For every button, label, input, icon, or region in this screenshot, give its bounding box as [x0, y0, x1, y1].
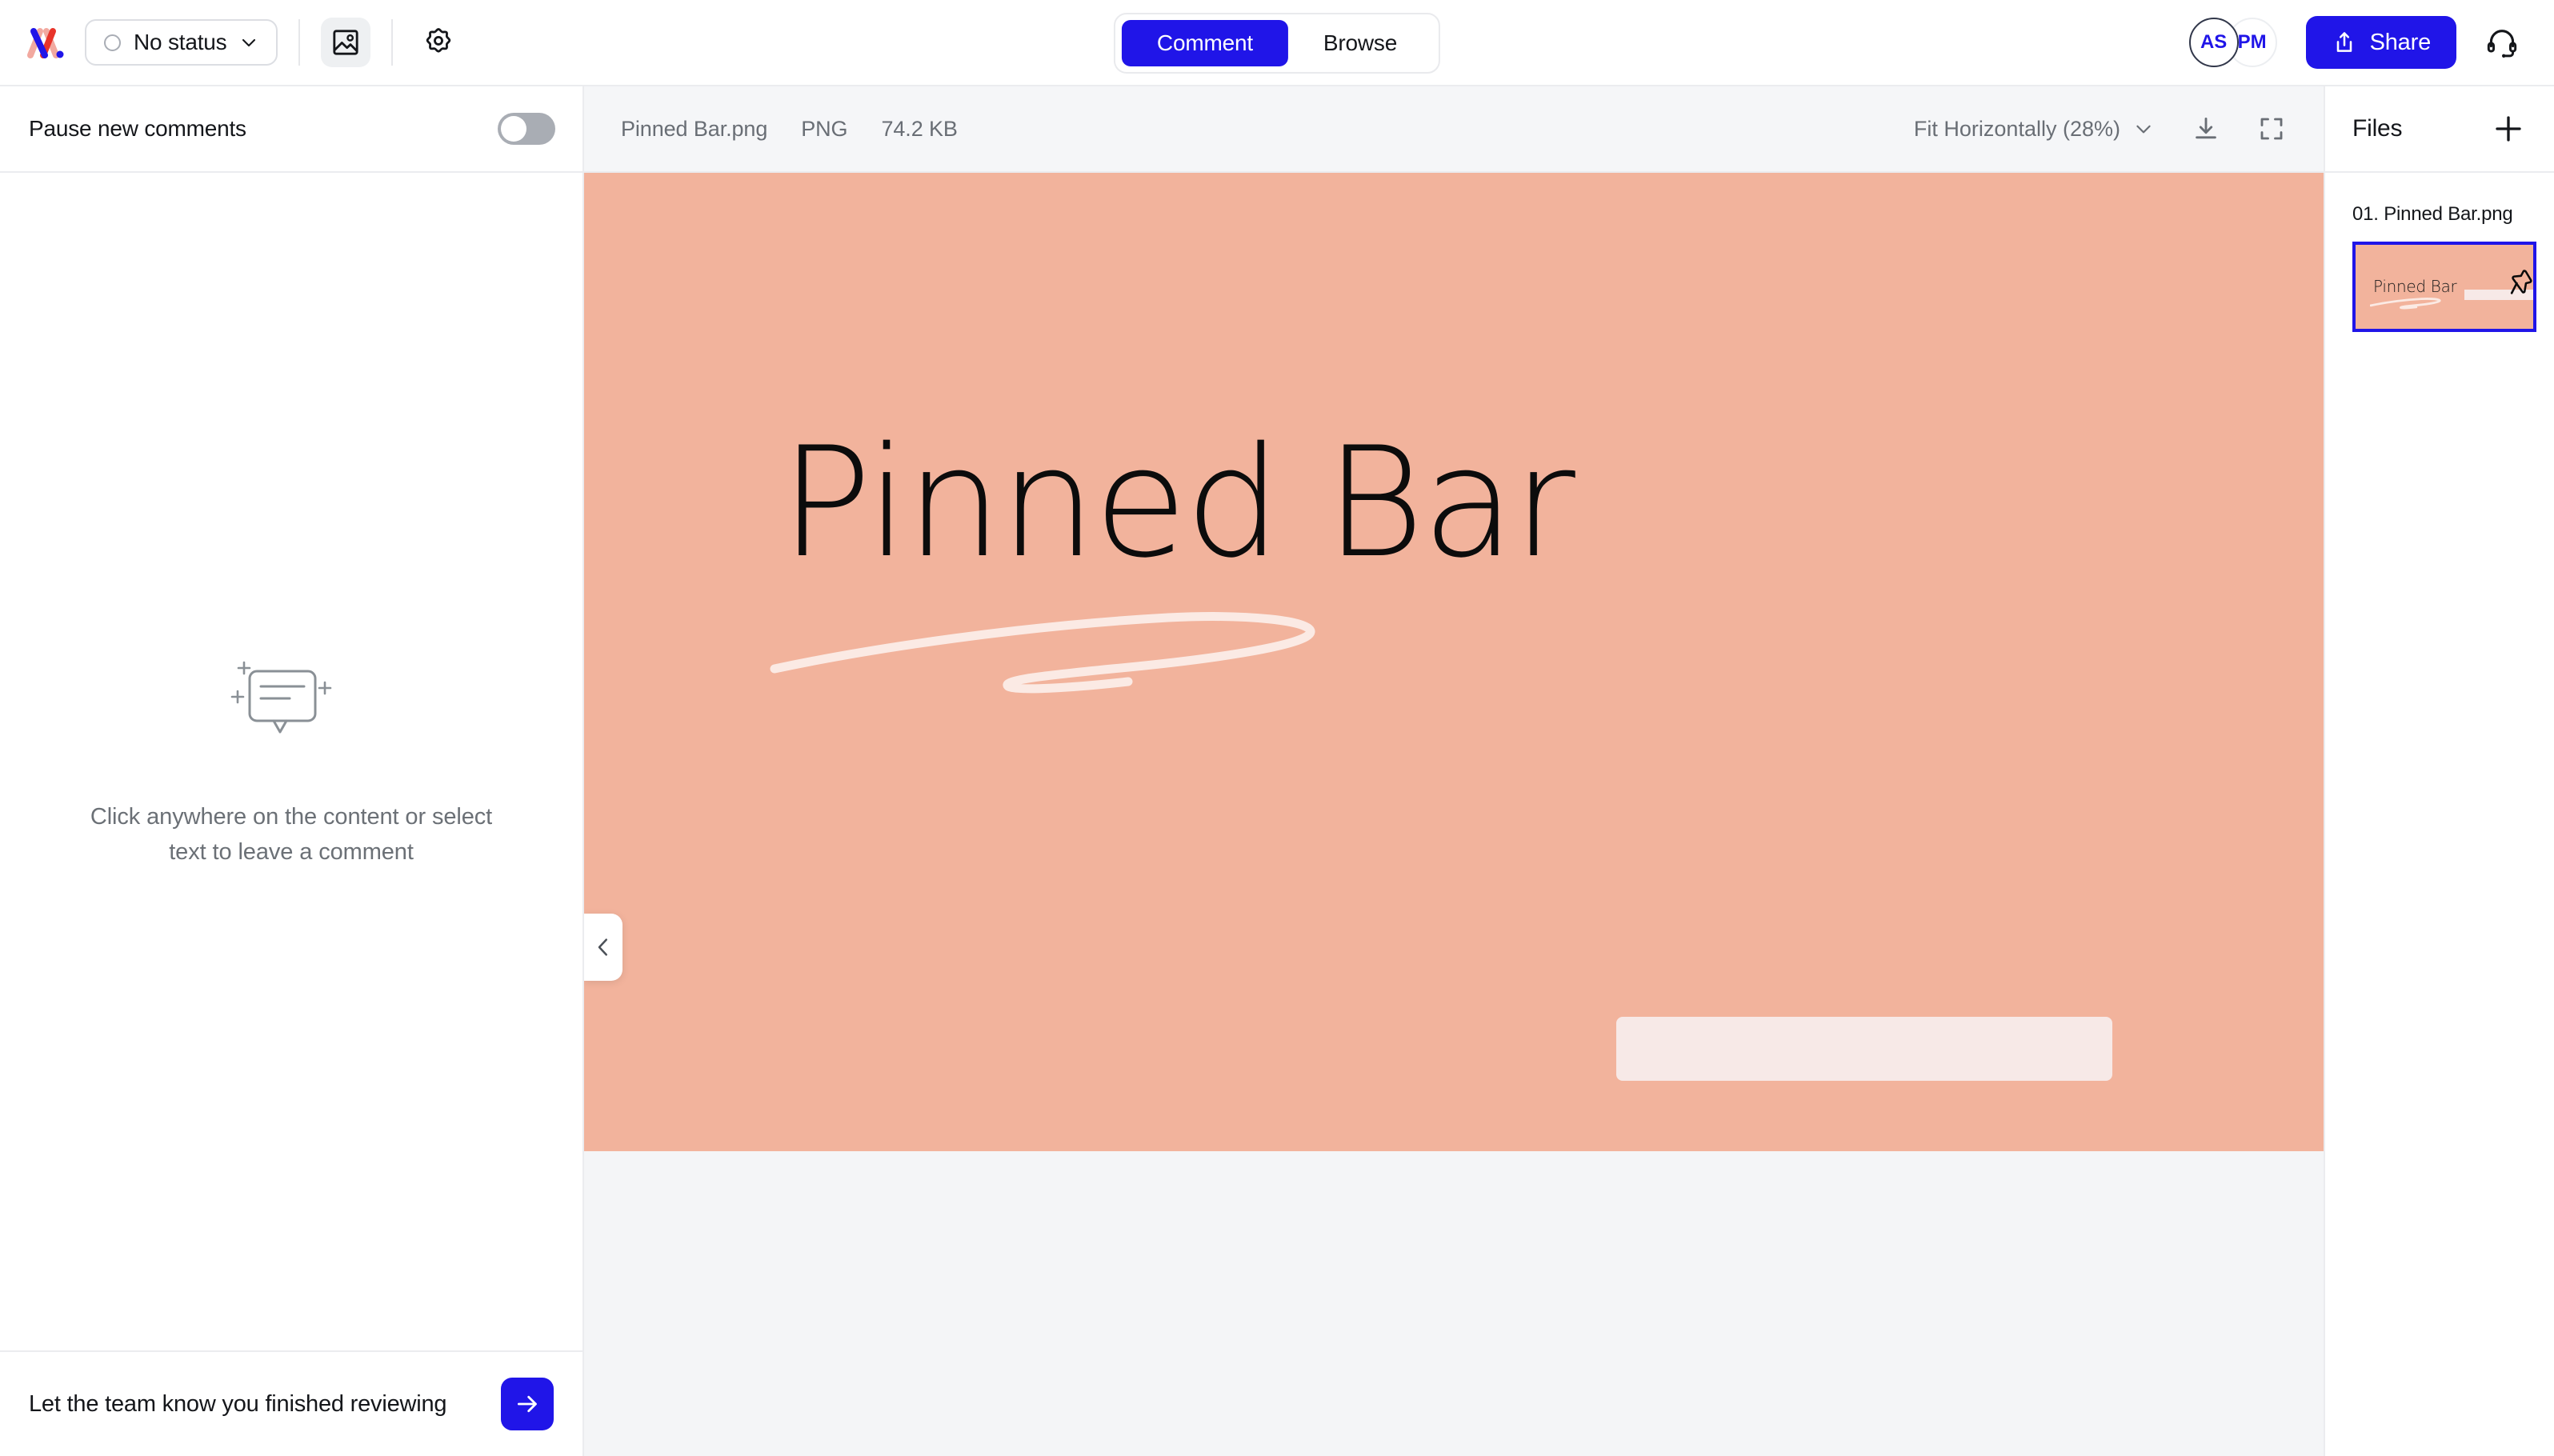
hand-drawn-swoosh-icon: [770, 612, 1315, 694]
artwork-image[interactable]: Pinned Bar: [584, 173, 2324, 1151]
tab-browse[interactable]: Browse: [1288, 20, 1432, 66]
add-file-button[interactable]: [2490, 110, 2527, 147]
viewer-file-name: Pinned Bar.png: [621, 116, 768, 141]
top-bar-left-group: No status: [22, 18, 463, 67]
file-item-label: 01. Pinned Bar.png: [2352, 203, 2513, 225]
pause-comments-label: Pause new comments: [29, 116, 246, 141]
image-icon: [333, 30, 359, 55]
finish-review-label: Let the team know you finished reviewing: [29, 1390, 447, 1417]
artwork-bar: [1616, 1017, 2112, 1081]
status-label: No status: [134, 30, 227, 54]
comments-empty-state: Click anywhere on the content or select …: [0, 173, 582, 1350]
gear-icon: [426, 28, 451, 53]
help-support-button[interactable]: [2477, 18, 2527, 67]
finish-review-button[interactable]: [501, 1378, 554, 1430]
comment-bubble-sparkle-icon: [230, 661, 332, 734]
plus-icon: [2496, 116, 2521, 142]
hand-drawn-swoosh-icon: [2370, 298, 2441, 310]
image-view-toggle-button[interactable]: [321, 18, 371, 67]
thumbnail-title: Pinned Bar: [2373, 277, 2457, 296]
files-list: 01. Pinned Bar.png Pinned Bar: [2325, 173, 2554, 332]
collapse-panel-button[interactable]: [584, 914, 622, 981]
download-icon: [2196, 117, 2216, 139]
files-panel-header: Files: [2325, 86, 2554, 173]
zoom-level-label: Fit Horizontally (28%): [1913, 116, 2120, 141]
chevron-left-icon: [598, 938, 607, 956]
viewer-canvas[interactable]: Pinned Bar: [584, 173, 2324, 1456]
toggle-knob: [501, 116, 526, 142]
viewer-file-size: 74.2 KB: [881, 116, 958, 141]
divider: [391, 19, 394, 66]
markup-logo[interactable]: [22, 20, 67, 65]
status-selector[interactable]: No status: [85, 19, 278, 66]
top-bar-right-group: AS PM Share: [2188, 16, 2527, 69]
chevron-down-icon: [242, 38, 256, 47]
divider: [298, 19, 301, 66]
comments-panel: Pause new comments Click anywhere on the…: [0, 86, 584, 1456]
viewer-file-type: PNG: [801, 116, 848, 141]
fullscreen-icon: [2260, 118, 2283, 140]
headset-icon: [2487, 30, 2517, 58]
comments-panel-footer: Let the team know you finished reviewing: [0, 1350, 582, 1456]
main-body: Pause new comments Click anywhere on the…: [0, 86, 2554, 1456]
tab-comment[interactable]: Comment: [1121, 20, 1288, 66]
viewer-toolbar-right: Fit Horizontally (28%): [1904, 106, 2295, 152]
view-mode-tabs: Comment Browse: [1113, 13, 1441, 74]
chevron-down-icon: [2136, 125, 2151, 134]
file-meta: Pinned Bar.png PNG 74.2 KB: [621, 117, 958, 142]
arrow-right-icon: [517, 1395, 537, 1413]
app-root: No status Comment Browse AS PM Share Pau…: [0, 0, 2554, 1456]
file-viewer: Pinned Bar.png PNG 74.2 KB Fit Horizonta…: [584, 86, 2324, 1456]
artwork-title: Pinned Bar: [780, 414, 1575, 591]
share-button[interactable]: Share: [2305, 16, 2456, 69]
top-bar: No status Comment Browse AS PM Share: [0, 0, 2554, 86]
pushpin-icon: [2510, 270, 2532, 294]
fullscreen-button[interactable]: [2248, 106, 2295, 152]
avatar-group: AS PM: [2188, 18, 2277, 67]
settings-button[interactable]: [414, 18, 463, 67]
download-button[interactable]: [2183, 106, 2229, 152]
share-label: Share: [2369, 29, 2432, 55]
avatar[interactable]: AS: [2188, 18, 2239, 67]
zoom-level-selector[interactable]: Fit Horizontally (28%): [1904, 109, 2164, 150]
pause-comments-toggle[interactable]: [498, 113, 555, 145]
comments-empty-text: Click anywhere on the content or select …: [90, 803, 493, 865]
files-panel: Files 01. Pinned Bar.png Pinned Bar: [2324, 86, 2554, 1456]
file-thumbnail[interactable]: Pinned Bar: [2352, 242, 2536, 332]
files-panel-title: Files: [2352, 115, 2403, 142]
comments-panel-header: Pause new comments: [0, 86, 582, 173]
share-upload-icon: [2336, 32, 2352, 52]
viewer-toolbar: Pinned Bar.png PNG 74.2 KB Fit Horizonta…: [584, 86, 2324, 173]
status-circle-icon: [104, 34, 121, 51]
